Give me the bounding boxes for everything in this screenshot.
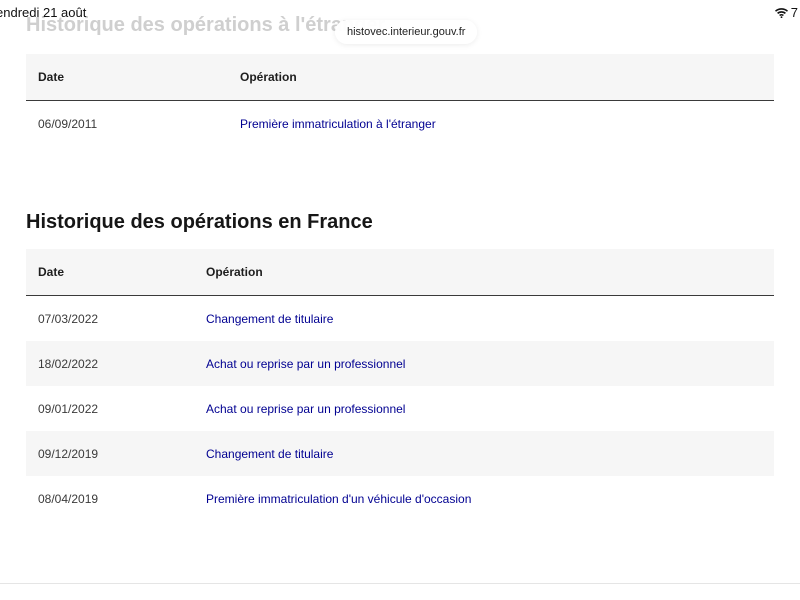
row-operation: Achat ou reprise par un professionnel — [194, 386, 774, 431]
foreign-operations-table: Date Opération 06/09/2011 Première immat… — [26, 54, 774, 146]
table-header-row: Date Opération — [26, 54, 774, 101]
table-row: 08/04/2019 Première immatriculation d'un… — [26, 476, 774, 521]
operation-link[interactable]: Première immatriculation à l'étranger — [240, 117, 436, 131]
row-operation: Achat ou reprise par un professionnel — [194, 341, 774, 386]
row-date: 08/04/2019 — [38, 491, 99, 506]
row-date: 18/02/2022 — [26, 341, 194, 386]
section-title-france: Historique des opérations en France — [26, 211, 373, 233]
operation-link[interactable]: Achat ou reprise par un professionnel — [206, 402, 405, 416]
row-date: 09/01/2022 — [38, 401, 99, 416]
operation-link[interactable]: Changement de titulaire — [206, 447, 333, 461]
column-header-date: Date — [26, 249, 194, 296]
wifi-icon — [774, 7, 788, 18]
operation-link[interactable]: Première immatriculation d'un véhicule d… — [206, 492, 471, 506]
row-date: 09/12/2019 — [26, 431, 194, 476]
row-date: 07/03/2022 — [38, 311, 99, 326]
column-header-operation: Opération — [228, 54, 774, 101]
status-right: 7 — [774, 5, 798, 20]
url-bar[interactable]: histovec.interieur.gouv.fr — [335, 20, 478, 44]
status-time: endredi 21 août — [0, 5, 87, 20]
battery-level: 7 — [790, 5, 798, 20]
column-header-date: Date — [26, 54, 228, 101]
row-operation: Première immatriculation à l'étranger — [228, 101, 774, 147]
france-operations-table: Date Opération 07/03/2022 Changement de … — [26, 249, 774, 521]
row-operation: Changement de titulaire — [194, 296, 774, 342]
row-operation: Changement de titulaire — [194, 431, 774, 476]
row-operation: Première immatriculation d'un véhicule d… — [194, 476, 774, 521]
column-header-operation: Opération — [194, 249, 774, 296]
table-row: 07/03/2022 Changement de titulaire — [26, 296, 774, 342]
operation-link[interactable]: Achat ou reprise par un professionnel — [206, 357, 405, 371]
table-row: 06/09/2011 Première immatriculation à l'… — [26, 101, 774, 147]
table-row: 18/02/2022 Achat ou reprise par un profe… — [26, 341, 774, 386]
table-header-row: Date Opération — [26, 249, 774, 296]
operation-link[interactable]: Changement de titulaire — [206, 312, 333, 326]
row-date: 06/09/2011 — [38, 116, 98, 131]
table-row: 09/01/2022 Achat ou reprise par un profe… — [26, 386, 774, 431]
table-row: 09/12/2019 Changement de titulaire — [26, 431, 774, 476]
